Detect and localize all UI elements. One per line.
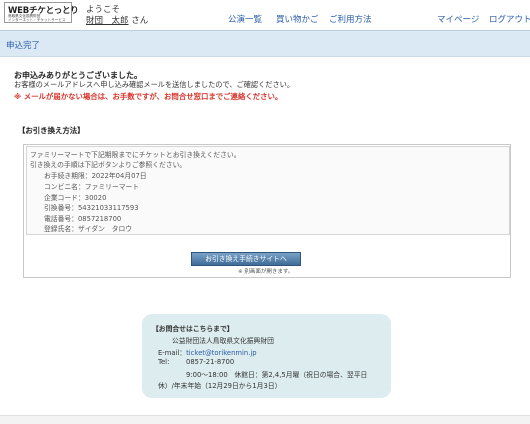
user-name-link[interactable]: 財団 太郎 <box>86 16 129 26</box>
site-logo[interactable]: WEBチケとっとり 鳥取県文化振興財団 インターネット・チケットサービス <box>4 2 79 23</box>
exchange-heading: 【お引き換え方法】 <box>18 126 85 135</box>
button-note: ※ 別画面が開きます。 <box>238 269 294 275</box>
contact-box: 【お問合せはこちらまで】 公益財団法人鳥取県文化振興財団 E-mail：tick… <box>142 314 391 398</box>
exchange-deadline: お手続き期限：2022年04月07日 <box>44 172 147 180</box>
exchange-store: コンビニ名：ファミリーマート <box>44 183 140 191</box>
email-sent-message: お客様のメールアドレスへ申し込み確認メールを送信しましたので、ご確認ください。 <box>14 80 295 89</box>
nav-events[interactable]: 公演一覧 <box>228 13 262 25</box>
logo-subtext: 鳥取県文化振興財団 インターネット・チケットサービス <box>8 14 66 22</box>
contact-hours-2: 休）/年末年始（12月29日から1月3日） <box>158 382 282 390</box>
contact-org: 公益財団法人鳥取県文化振興財団 <box>172 337 274 345</box>
contact-heading: 【お問合せはこちらまで】 <box>152 325 234 333</box>
nav-logout[interactable]: ログアウト <box>489 13 530 25</box>
contact-email-link[interactable]: ticket@torikenmin.jp <box>186 349 257 357</box>
header: WEBチケとっとり 鳥取県文化振興財団 インターネット・チケットサービス ようこそ… <box>0 0 530 28</box>
nav-cart[interactable]: 買い物かご <box>276 13 319 25</box>
exchange-registrant: 登録氏名：ザイダン タロウ <box>44 225 133 233</box>
exchange-intro-1: ファミリーマートで下記期限までにチケットとお引き換えください。 <box>30 151 241 159</box>
exchange-site-button[interactable]: お引き換え手続きサイトへ <box>191 252 301 266</box>
nav-guide[interactable]: ご利用方法 <box>329 13 372 25</box>
exchange-company-code: 企業コード：30020 <box>44 194 107 202</box>
contact-tel-label: Tel: <box>158 358 170 366</box>
exchange-intro-2: 引き換えの手順は下記ボタンよりご参照ください。 <box>30 161 187 169</box>
contact-hours-1: 9:00～18:00 休館日：第2,4,5月曜（祝日の場合、翌平日 <box>186 371 368 379</box>
page-title: 申込完了 <box>6 41 41 51</box>
contact-email-row: E-mail：ticket@torikenmin.jp <box>158 347 257 357</box>
exchange-phone: 電話番号：0857218700 <box>44 215 122 223</box>
exchange-number: 引換番号：54321033117593 <box>44 204 139 212</box>
contact-tel: 0857-21-8700 <box>186 358 235 366</box>
user-suffix: さん <box>131 16 149 26</box>
page-title-bar: 申込完了 <box>0 30 530 57</box>
warning-message: ※ メールが届かない場合は、お手数ですが、お問合せ窓口までご連絡ください。 <box>14 92 283 101</box>
user-greeting: 財団 太郎 さん <box>86 14 148 26</box>
email-label: E-mail： <box>158 349 187 357</box>
nav-mypage[interactable]: マイページ <box>437 13 479 25</box>
